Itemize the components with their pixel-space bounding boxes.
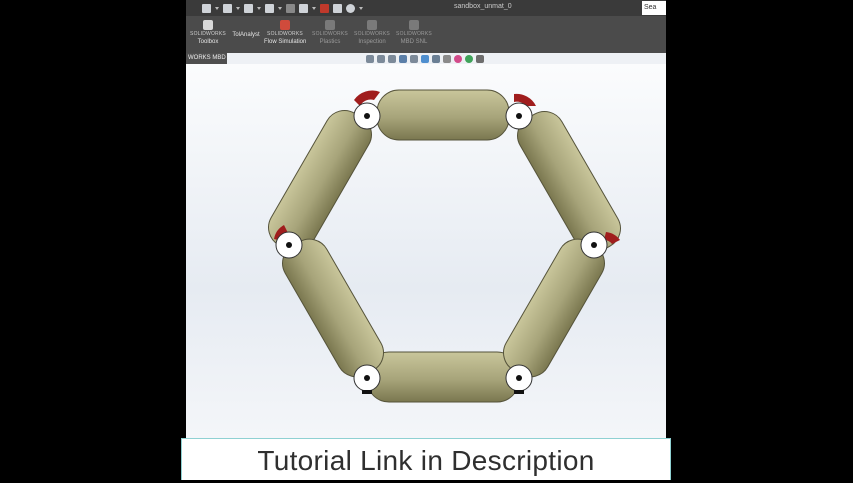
toolbox-icon — [203, 20, 213, 30]
command-manager-ribbon: SOLIDWORKS Toolbox TolAnalyst SOLIDWORKS… — [186, 16, 666, 53]
apply-scene-icon[interactable] — [465, 55, 473, 63]
joint-top-left[interactable] — [353, 90, 381, 130]
document-title: sandbox_unmat_0 — [454, 3, 512, 10]
edit-appearance-icon[interactable] — [454, 55, 462, 63]
plastics-button[interactable]: SOLIDWORKS Plastics — [310, 20, 350, 45]
inspection-button[interactable]: SOLIDWORKS Inspection — [352, 20, 392, 45]
chevron-down-icon[interactable] — [257, 6, 261, 10]
flow-simulation-button[interactable]: SOLIDWORKS Flow Simulation — [264, 20, 306, 45]
search-input[interactable]: Sea — [642, 1, 666, 15]
chevron-down-icon[interactable] — [359, 6, 363, 10]
options-gear-icon[interactable] — [346, 3, 355, 13]
joint-right[interactable] — [580, 231, 620, 259]
display-style-icon[interactable] — [432, 55, 440, 63]
quick-access-toolbar — [202, 2, 363, 14]
solidworks-window: sandbox_unmat_0 Sea SOLIDWORKS Toolbox T… — [186, 0, 666, 438]
chevron-down-icon[interactable] — [312, 6, 316, 10]
chevron-down-icon[interactable] — [215, 6, 219, 10]
heads-up-view-toolbar — [366, 55, 484, 63]
title-bar: sandbox_unmat_0 Sea — [186, 0, 666, 16]
open-file-icon[interactable] — [223, 3, 232, 13]
mbd-snl-icon — [409, 20, 419, 30]
plastics-icon — [325, 20, 335, 30]
link-bottom[interactable] — [366, 351, 520, 403]
link-top[interactable] — [376, 89, 510, 141]
section-view-icon[interactable] — [399, 55, 407, 63]
zoom-to-area-icon[interactable] — [377, 55, 385, 63]
previous-view-icon[interactable] — [388, 55, 396, 63]
tab-mbd[interactable]: WORKS MBD — [186, 53, 227, 64]
new-file-icon[interactable] — [202, 3, 211, 13]
view-settings-icon[interactable] — [476, 55, 484, 63]
undo-icon[interactable] — [286, 3, 295, 13]
chevron-down-icon[interactable] — [236, 6, 240, 10]
select-icon[interactable] — [299, 3, 308, 13]
tolanalyst-button[interactable]: TolAnalyst — [230, 30, 262, 38]
rebuild-icon[interactable] — [320, 3, 329, 13]
hexagon-linkage-model — [268, 89, 621, 403]
flow-simulation-icon — [280, 20, 290, 30]
dynamic-annotation-icon[interactable] — [410, 55, 418, 63]
view-orientation-icon[interactable] — [421, 55, 429, 63]
print-icon[interactable] — [265, 3, 274, 13]
file-properties-icon[interactable] — [333, 3, 342, 13]
save-icon[interactable] — [244, 3, 253, 13]
tutorial-banner: Tutorial Link in Description — [181, 438, 671, 480]
graphics-area[interactable] — [186, 64, 666, 438]
mbd-snl-button[interactable]: SOLIDWORKS MBD SNL — [394, 20, 434, 45]
inspection-icon — [367, 20, 377, 30]
hexagon-links — [268, 89, 621, 403]
chevron-down-icon[interactable] — [278, 6, 282, 10]
hide-show-items-icon[interactable] — [443, 55, 451, 63]
zoom-to-fit-icon[interactable] — [366, 55, 374, 63]
banner-text: Tutorial Link in Description — [257, 445, 595, 476]
toolbox-button[interactable]: SOLIDWORKS Toolbox — [188, 20, 228, 45]
